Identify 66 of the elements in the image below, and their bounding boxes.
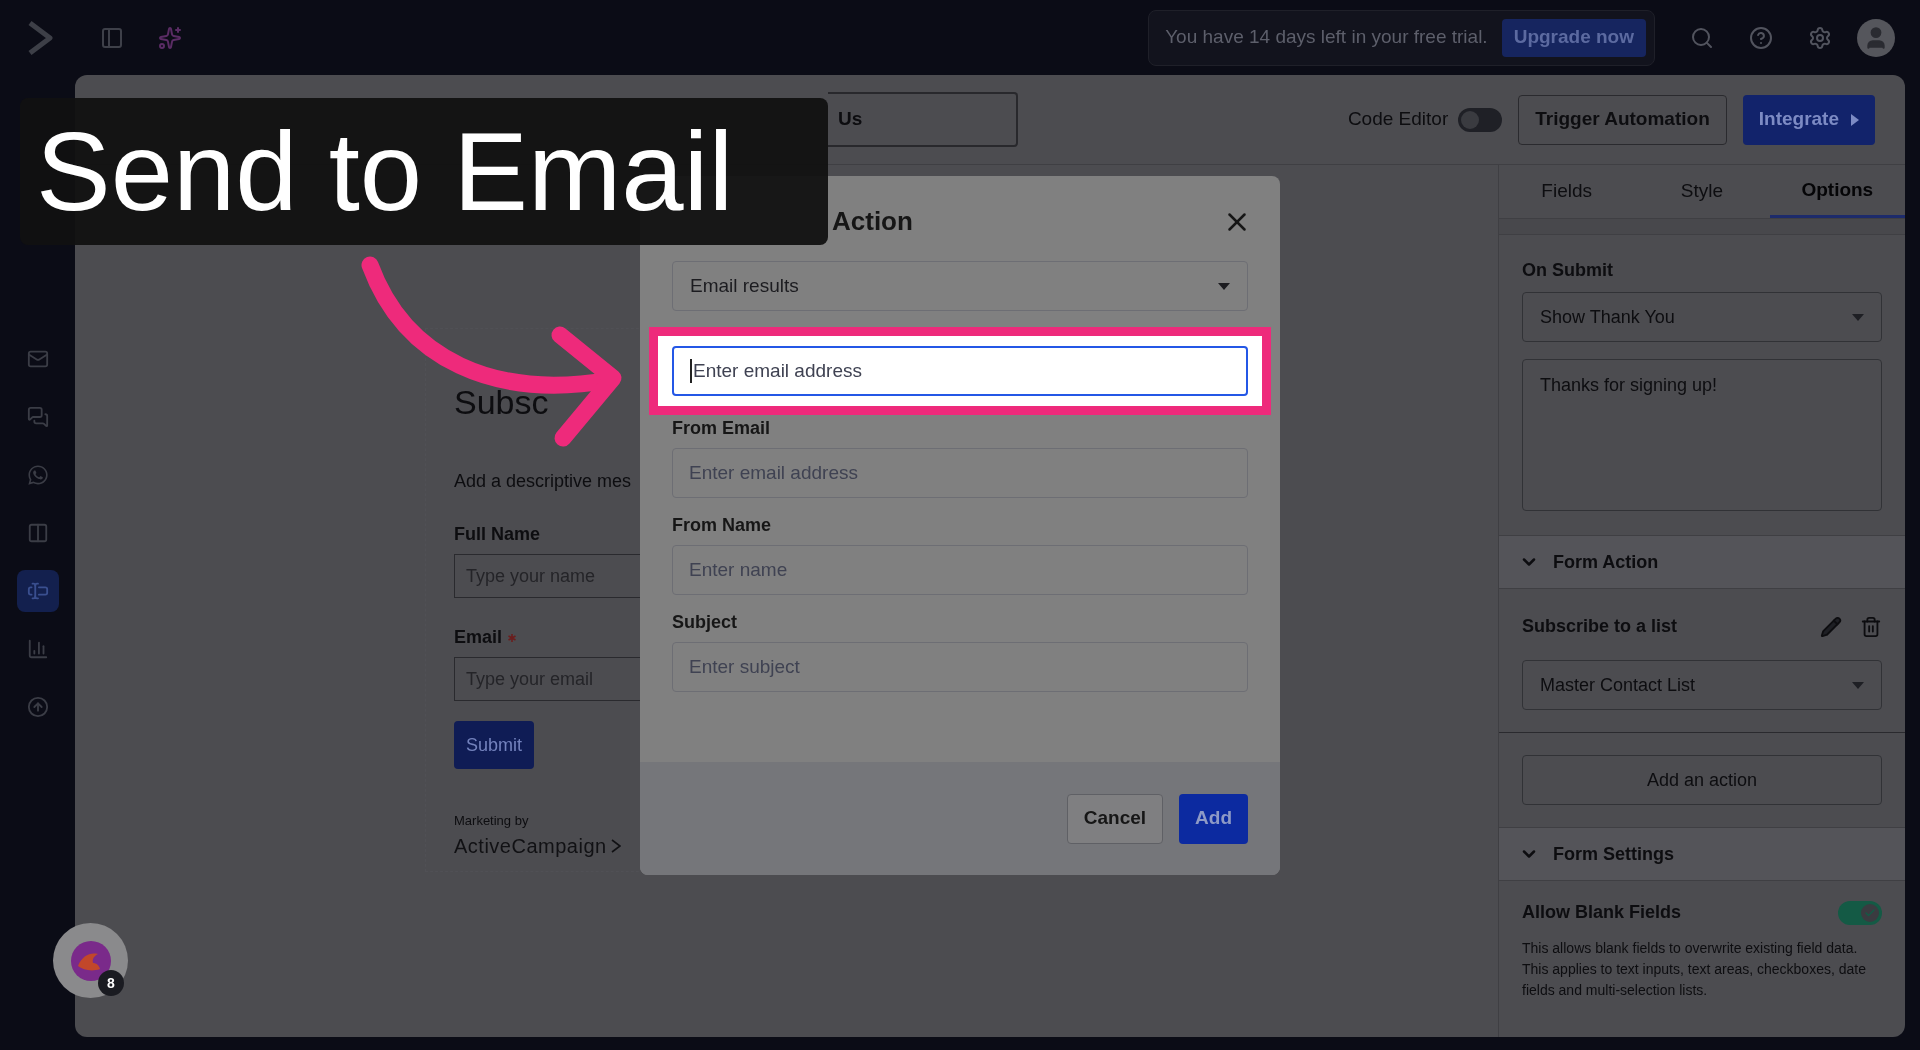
email-input-field[interactable]: Enter email address xyxy=(672,448,1248,498)
columns-icon xyxy=(26,522,49,544)
form-settings-header[interactable]: Form Settings xyxy=(1499,827,1905,881)
action-title: Subscribe to a list xyxy=(1522,615,1679,638)
field-label: From Name xyxy=(672,514,773,537)
modal-title: Action xyxy=(832,205,913,238)
allow-blank-description: This allows blank fields to overwrite existing field data. This applies to text inputs, text areas, checkboxes, date fields and multi-selection lists. xyxy=(1522,939,1867,1000)
caret-icon xyxy=(1218,282,1230,290)
on-submit-label: On Submit xyxy=(1522,259,1614,282)
cancel-button[interactable]: Cancel xyxy=(1066,793,1164,844)
sidebar-item[interactable] xyxy=(16,570,59,612)
brand-chevron-icon xyxy=(610,838,621,853)
allow-blank-toggle[interactable] xyxy=(1838,900,1882,925)
add-button[interactable]: Add xyxy=(1179,793,1248,844)
submit-button[interactable]: Submit xyxy=(454,721,535,769)
trigger-automation-button[interactable]: Trigger Automation xyxy=(1518,94,1727,145)
help-icon[interactable] xyxy=(1749,25,1773,50)
form-description: Add a descriptive mes xyxy=(454,470,632,493)
edit-icon[interactable] xyxy=(1820,615,1842,638)
thank-you-message-field[interactable]: Thanks for signing up! xyxy=(1522,359,1882,511)
upload-icon xyxy=(26,696,49,718)
chat-bubbles-icon xyxy=(26,406,49,428)
form-action-header[interactable]: Form Action xyxy=(1499,535,1905,589)
list-select[interactable]: Master Contact List xyxy=(1522,660,1882,710)
form-title-text[interactable]: Us xyxy=(838,105,863,134)
logo-icon[interactable] xyxy=(26,19,54,56)
phone-bubble-icon xyxy=(26,464,49,486)
field-label: Email xyxy=(454,626,503,649)
panel-tab[interactable]: Fields xyxy=(1499,165,1635,218)
allow-blank-label: Allow Blank Fields xyxy=(1522,901,1683,924)
action-type-select[interactable]: Email results xyxy=(672,261,1248,311)
caret-icon xyxy=(1852,681,1864,689)
on-submit-select[interactable]: Show Thank You xyxy=(1522,292,1882,342)
text-input-icon xyxy=(26,580,49,602)
settings-icon[interactable] xyxy=(1808,25,1832,50)
bar-chart-icon xyxy=(26,638,49,660)
section-title: Form Action xyxy=(1553,550,1659,574)
field-label: Full Name xyxy=(454,523,541,546)
caption-text: Send to Email xyxy=(36,115,734,228)
field-label: Subject xyxy=(672,611,738,634)
search-icon[interactable] xyxy=(1690,25,1714,50)
marketing-by-text: Marketing by xyxy=(454,812,529,830)
delete-icon[interactable] xyxy=(1860,615,1882,638)
panel-tab[interactable]: Style xyxy=(1634,165,1770,218)
trial-text: You have 14 days left in your free trial. xyxy=(1165,25,1488,50)
notification-badge: 8 xyxy=(98,970,124,996)
avatar[interactable] xyxy=(1857,18,1895,57)
check-icon xyxy=(1864,906,1876,919)
integrate-button[interactable]: Integrate xyxy=(1742,94,1875,145)
code-editor-label: Code Editor xyxy=(1347,107,1449,132)
chat-bubble[interactable]: 8 xyxy=(53,923,128,998)
email-input-field[interactable]: Enter email address xyxy=(672,346,1248,396)
brand-text: ActiveCampaign xyxy=(454,833,607,859)
email-input-field[interactable]: Enter subject xyxy=(672,642,1248,692)
code-editor-toggle[interactable] xyxy=(1458,107,1503,132)
section-title: Form Settings xyxy=(1553,842,1674,866)
caret-icon xyxy=(1851,113,1859,126)
caret-icon xyxy=(1852,313,1864,321)
mail-icon xyxy=(26,348,49,370)
form-heading: Subsc xyxy=(454,382,549,423)
add-action-button[interactable]: Add an action xyxy=(1522,755,1882,805)
field-label: From Email xyxy=(672,417,772,440)
upgrade-button[interactable]: Upgrade now xyxy=(1501,18,1646,57)
sparkle-icon[interactable] xyxy=(158,25,182,50)
sidebar-toggle-icon[interactable] xyxy=(100,25,124,50)
email-input-field[interactable]: Enter name xyxy=(672,545,1248,595)
